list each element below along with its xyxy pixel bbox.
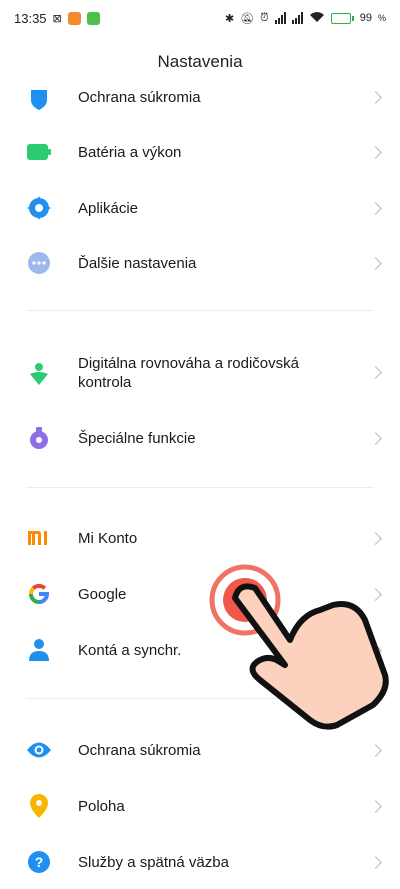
- settings-item-label: Ochrana súkromia: [78, 89, 201, 106]
- settings-item-label: Poloha: [78, 798, 125, 815]
- settings-item-more[interactable]: Ďalšie nastavenia: [0, 241, 400, 285]
- battery-status-icon: [330, 12, 354, 24]
- special-features-icon: [27, 426, 51, 450]
- percent-sign: %: [377, 13, 386, 23]
- svg-text:?: ?: [35, 854, 44, 870]
- page-title: Nastavenia: [157, 52, 243, 71]
- settings-item-label: Ďalšie nastavenia: [78, 255, 197, 272]
- app-notification-icon: [67, 11, 81, 25]
- more-dots-icon: [27, 251, 51, 275]
- chevron-right-icon: [369, 202, 382, 215]
- chevron-right-icon: [369, 800, 382, 813]
- settings-item-label: Batéria a výkon: [78, 144, 182, 161]
- divider: [26, 310, 374, 311]
- help-icon: ?: [27, 850, 51, 874]
- gallery-notification-icon: ⊠: [52, 12, 62, 25]
- settings-item-feedback[interactable]: ? Služby a spätná väzba: [0, 840, 400, 884]
- battery-percent: 99: [359, 12, 372, 24]
- settings-item-apps[interactable]: Aplikácie: [0, 186, 400, 230]
- status-time: 13:35: [14, 10, 47, 26]
- settings-item-privacy-top[interactable]: Ochrana súkromia: [0, 82, 400, 112]
- privacy-shield-icon: [27, 88, 51, 112]
- settings-item-privacy[interactable]: Ochrana súkromia: [0, 728, 400, 772]
- app-notification-icon-2: [86, 11, 100, 25]
- settings-item-special[interactable]: Špeciálne funkcie: [0, 416, 400, 460]
- mi-logo-icon: [27, 526, 51, 550]
- chevron-right-icon: [369, 432, 382, 445]
- settings-item-label: Služby a spätná väzba: [78, 854, 229, 871]
- google-logo-icon: [27, 582, 51, 606]
- status-bar: 13:35 ⊠ ✱ 🔕︎ ⏰︎ 99%: [0, 0, 400, 36]
- settings-item-label: Kontá a synchr.: [78, 642, 182, 659]
- eye-icon: [27, 738, 51, 762]
- bluetooth-icon: ✱: [224, 12, 235, 25]
- settings-item-label: Aplikácie: [78, 200, 139, 217]
- settings-item-label-line2: kontrola: [78, 374, 132, 391]
- chevron-right-icon: [369, 366, 382, 379]
- chevron-right-icon: [369, 856, 382, 869]
- chevron-right-icon: [369, 257, 382, 270]
- settings-item-digital-wellbeing[interactable]: Digitálna rovnováha a rodičovská kontrol…: [0, 348, 400, 398]
- chevron-right-icon: [369, 532, 382, 545]
- settings-item-battery[interactable]: Batéria a výkon: [0, 130, 400, 174]
- chevron-right-icon: [369, 146, 382, 159]
- signal-icon-2: [291, 12, 303, 24]
- mute-bell-icon: 🔕︎: [240, 12, 255, 25]
- tap-hand-overlay: [209, 564, 389, 730]
- chevron-right-icon: [369, 91, 382, 104]
- settings-item-label: Špeciálne funkcie: [78, 430, 196, 447]
- settings-item-label: Digitálna rovnováha a rodičovská: [78, 355, 299, 372]
- settings-item-label: Google: [78, 586, 127, 603]
- signal-icon: [274, 12, 286, 24]
- divider: [26, 487, 374, 488]
- account-person-icon: [27, 638, 51, 662]
- alarm-icon: ⏰︎: [260, 11, 269, 24]
- wifi-icon: [309, 11, 325, 26]
- settings-item-label: Mi Konto: [78, 530, 138, 547]
- digital-wellbeing-icon: [27, 362, 51, 386]
- settings-item-location[interactable]: Poloha: [0, 784, 400, 828]
- chevron-right-icon: [369, 744, 382, 757]
- settings-item-label: Ochrana súkromia: [78, 742, 201, 759]
- settings-item-mi-account[interactable]: Mi Konto: [0, 516, 400, 560]
- location-pin-icon: [27, 794, 51, 818]
- battery-icon: [27, 140, 51, 164]
- apps-gear-icon: [27, 196, 51, 220]
